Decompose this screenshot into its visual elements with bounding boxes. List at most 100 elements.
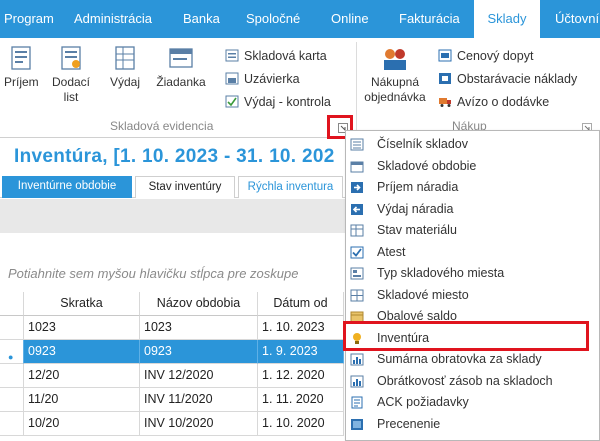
obstaravacie-naklady-item[interactable]: Obstarávacie náklady (438, 70, 577, 88)
cenovy-dopyt-item[interactable]: Cenový dopyt (438, 47, 533, 65)
vydaj-kontrola-item[interactable]: Výdaj - kontrola (225, 93, 331, 111)
cell-datum-od: 1. 9. 2023 (258, 340, 344, 364)
form-icon (350, 267, 364, 280)
row-indicator: ● (0, 340, 24, 364)
menu-tab-sklady[interactable]: Sklady (474, 0, 540, 38)
tab-stav-inventury[interactable]: Stav inventúry (135, 176, 235, 198)
menu-item-label: Atest (377, 244, 406, 259)
menu-item-skladove-miesto[interactable]: Skladové miesto (346, 285, 599, 307)
row-indicator (0, 388, 24, 412)
nakupna-label-1: Nákupná (370, 75, 420, 89)
dodaci-list-label-1: Dodací (51, 75, 91, 89)
people-order-icon (384, 49, 406, 70)
cell-skratka: 12/20 (24, 364, 140, 388)
selected-row-dot-icon: ● (8, 352, 14, 362)
top-menu-bar: Program Administrácia Banka Spoločné Onl… (0, 0, 600, 38)
cell-nazov: INV 10/2020 (140, 412, 258, 436)
ziadanka-button[interactable]: Žiadanka (152, 46, 210, 90)
tab-rychla-inventura[interactable]: Rýchla inventura (238, 176, 343, 198)
skladova-evidencia-group-label: Skladová evidencia (110, 119, 214, 133)
request-icon (169, 48, 193, 68)
column-header-datum-od[interactable]: Dátum od (258, 292, 344, 316)
doc-icon (351, 396, 363, 409)
menu-tab-online[interactable]: Online (331, 0, 369, 38)
cell-skratka: 10/20 (24, 412, 140, 436)
menu-tab-program[interactable]: Program (4, 0, 54, 38)
cenovy-dopyt-label: Cenový dopyt (457, 49, 534, 63)
truck-icon (439, 98, 451, 107)
skladova-evidencia-dropdown: Číselník skladov Skladové obdobie Príjem… (345, 130, 600, 441)
inventura-highlight-box (343, 321, 589, 351)
dodaci-list-label-2: list (63, 90, 79, 104)
cell-skratka: 0923 (24, 340, 140, 364)
menu-item-ack-poziadavky[interactable]: ACK požiadavky (346, 392, 599, 414)
ziadanka-label: Žiadanka (156, 75, 206, 89)
menu-item-skladove-obdobie[interactable]: Skladové obdobie (346, 156, 599, 178)
calendar-icon (350, 161, 364, 172)
cell-nazov: INV 12/2020 (140, 364, 258, 388)
chart-icon (350, 353, 364, 366)
menu-item-label: Číselník skladov (377, 137, 469, 151)
vydaj-label: Výdaj (109, 75, 141, 89)
menu-item-label: Obrátkovosť zásob na skladoch (377, 373, 553, 388)
menu-tab-fakturacia[interactable]: Fakturácia (399, 0, 460, 38)
menu-item-prijem-naradia[interactable]: Príjem náradia (346, 177, 599, 199)
menu-item-obratkovost-zasob[interactable]: Obrátkovosť zásob na skladoch (346, 371, 599, 393)
chart-icon (350, 375, 364, 387)
price-icon (438, 49, 452, 62)
menu-item-label: Typ skladového miesta (377, 266, 505, 280)
menu-item-precenenie[interactable]: Precenenie (346, 414, 599, 436)
menu-tab-uctovnictvo[interactable]: Účtovní (555, 0, 599, 38)
nakupna-label-2: objednávka (364, 90, 426, 104)
menu-item-label: Výdaj náradia (377, 201, 454, 216)
ribbon-separator (356, 42, 357, 132)
menu-item-ciselnik-skladov[interactable]: Číselník skladov (346, 134, 599, 156)
avizo-label: Avízo o dodávke (457, 95, 550, 109)
menu-item-typ-skladoveho-miesta[interactable]: Typ skladového miesta (346, 263, 599, 285)
menu-item-label: Skladové obdobie (377, 158, 477, 173)
skladova-karta-label: Skladová karta (244, 49, 327, 63)
page-title: Inventúra, [1. 10. 2023 - 31. 10. 202 (14, 146, 335, 167)
check-doc-icon (225, 95, 239, 108)
vydaj-button[interactable]: Výdaj (106, 46, 144, 90)
grid-icon (350, 289, 364, 301)
cell-datum-od: 1. 12. 2020 (258, 364, 344, 388)
prijem-button[interactable]: Príjem (4, 46, 39, 90)
tab-inventurne-obdobie[interactable]: Inventúrne obdobie (2, 176, 132, 198)
cell-datum-od: 1. 10. 2020 (258, 412, 344, 436)
nakupna-objednavka-button[interactable]: Nákupná objednávka (358, 46, 432, 105)
column-header-skratka[interactable]: Skratka (24, 292, 140, 316)
cell-datum-od: 1. 11. 2020 (258, 388, 344, 412)
ribbon: Príjem Dodací list Výdaj Žiadanka Sklado… (0, 38, 600, 138)
blue-square-icon (351, 418, 363, 430)
lock-doc-icon (225, 72, 239, 85)
uzavierka-item[interactable]: Uzávierka (225, 70, 300, 88)
checkbox-icon (350, 246, 364, 258)
menu-item-label: ACK požiadavky (377, 395, 469, 409)
menu-item-atest[interactable]: Atest (346, 242, 599, 264)
menu-item-sumarna-obratovka[interactable]: Sumárna obratovka za sklady (346, 349, 599, 371)
menu-item-label: Sumárna obratovka za sklady (377, 352, 542, 366)
uzavierka-label: Uzávierka (244, 72, 300, 86)
delivery-note-icon (61, 46, 81, 70)
avizo-o-dodavke-item[interactable]: Avízo o dodávke (438, 93, 549, 111)
card-icon (225, 49, 239, 62)
menu-item-label: Príjem náradia (377, 180, 459, 194)
vydaj-kontrola-label: Výdaj - kontrola (244, 95, 331, 109)
row-indicator (0, 364, 24, 388)
menu-item-vydaj-naradia[interactable]: Výdaj náradia (346, 199, 599, 221)
skladova-karta-item[interactable]: Skladová karta (225, 47, 327, 65)
prijem-label: Príjem (4, 75, 39, 89)
menu-tab-administracia[interactable]: Administrácia (74, 0, 152, 38)
row-indicator-header (0, 292, 24, 316)
cell-datum-od: 1. 10. 2023 (258, 316, 344, 340)
menu-tab-banka[interactable]: Banka (183, 0, 220, 38)
menu-tab-spolocne[interactable]: Spoločné (246, 0, 300, 38)
arrow-in-icon (351, 182, 363, 193)
column-header-nazov-obdobia[interactable]: Názov obdobia (140, 292, 258, 316)
obstaravacie-naklady-label: Obstarávacie náklady (457, 72, 578, 86)
menu-item-label: Precenenie (377, 416, 441, 431)
menu-item-stav-materialu[interactable]: Stav materiálu (346, 220, 599, 242)
dodaci-list-button[interactable]: Dodací list (49, 46, 93, 105)
cell-skratka: 1023 (24, 316, 140, 340)
